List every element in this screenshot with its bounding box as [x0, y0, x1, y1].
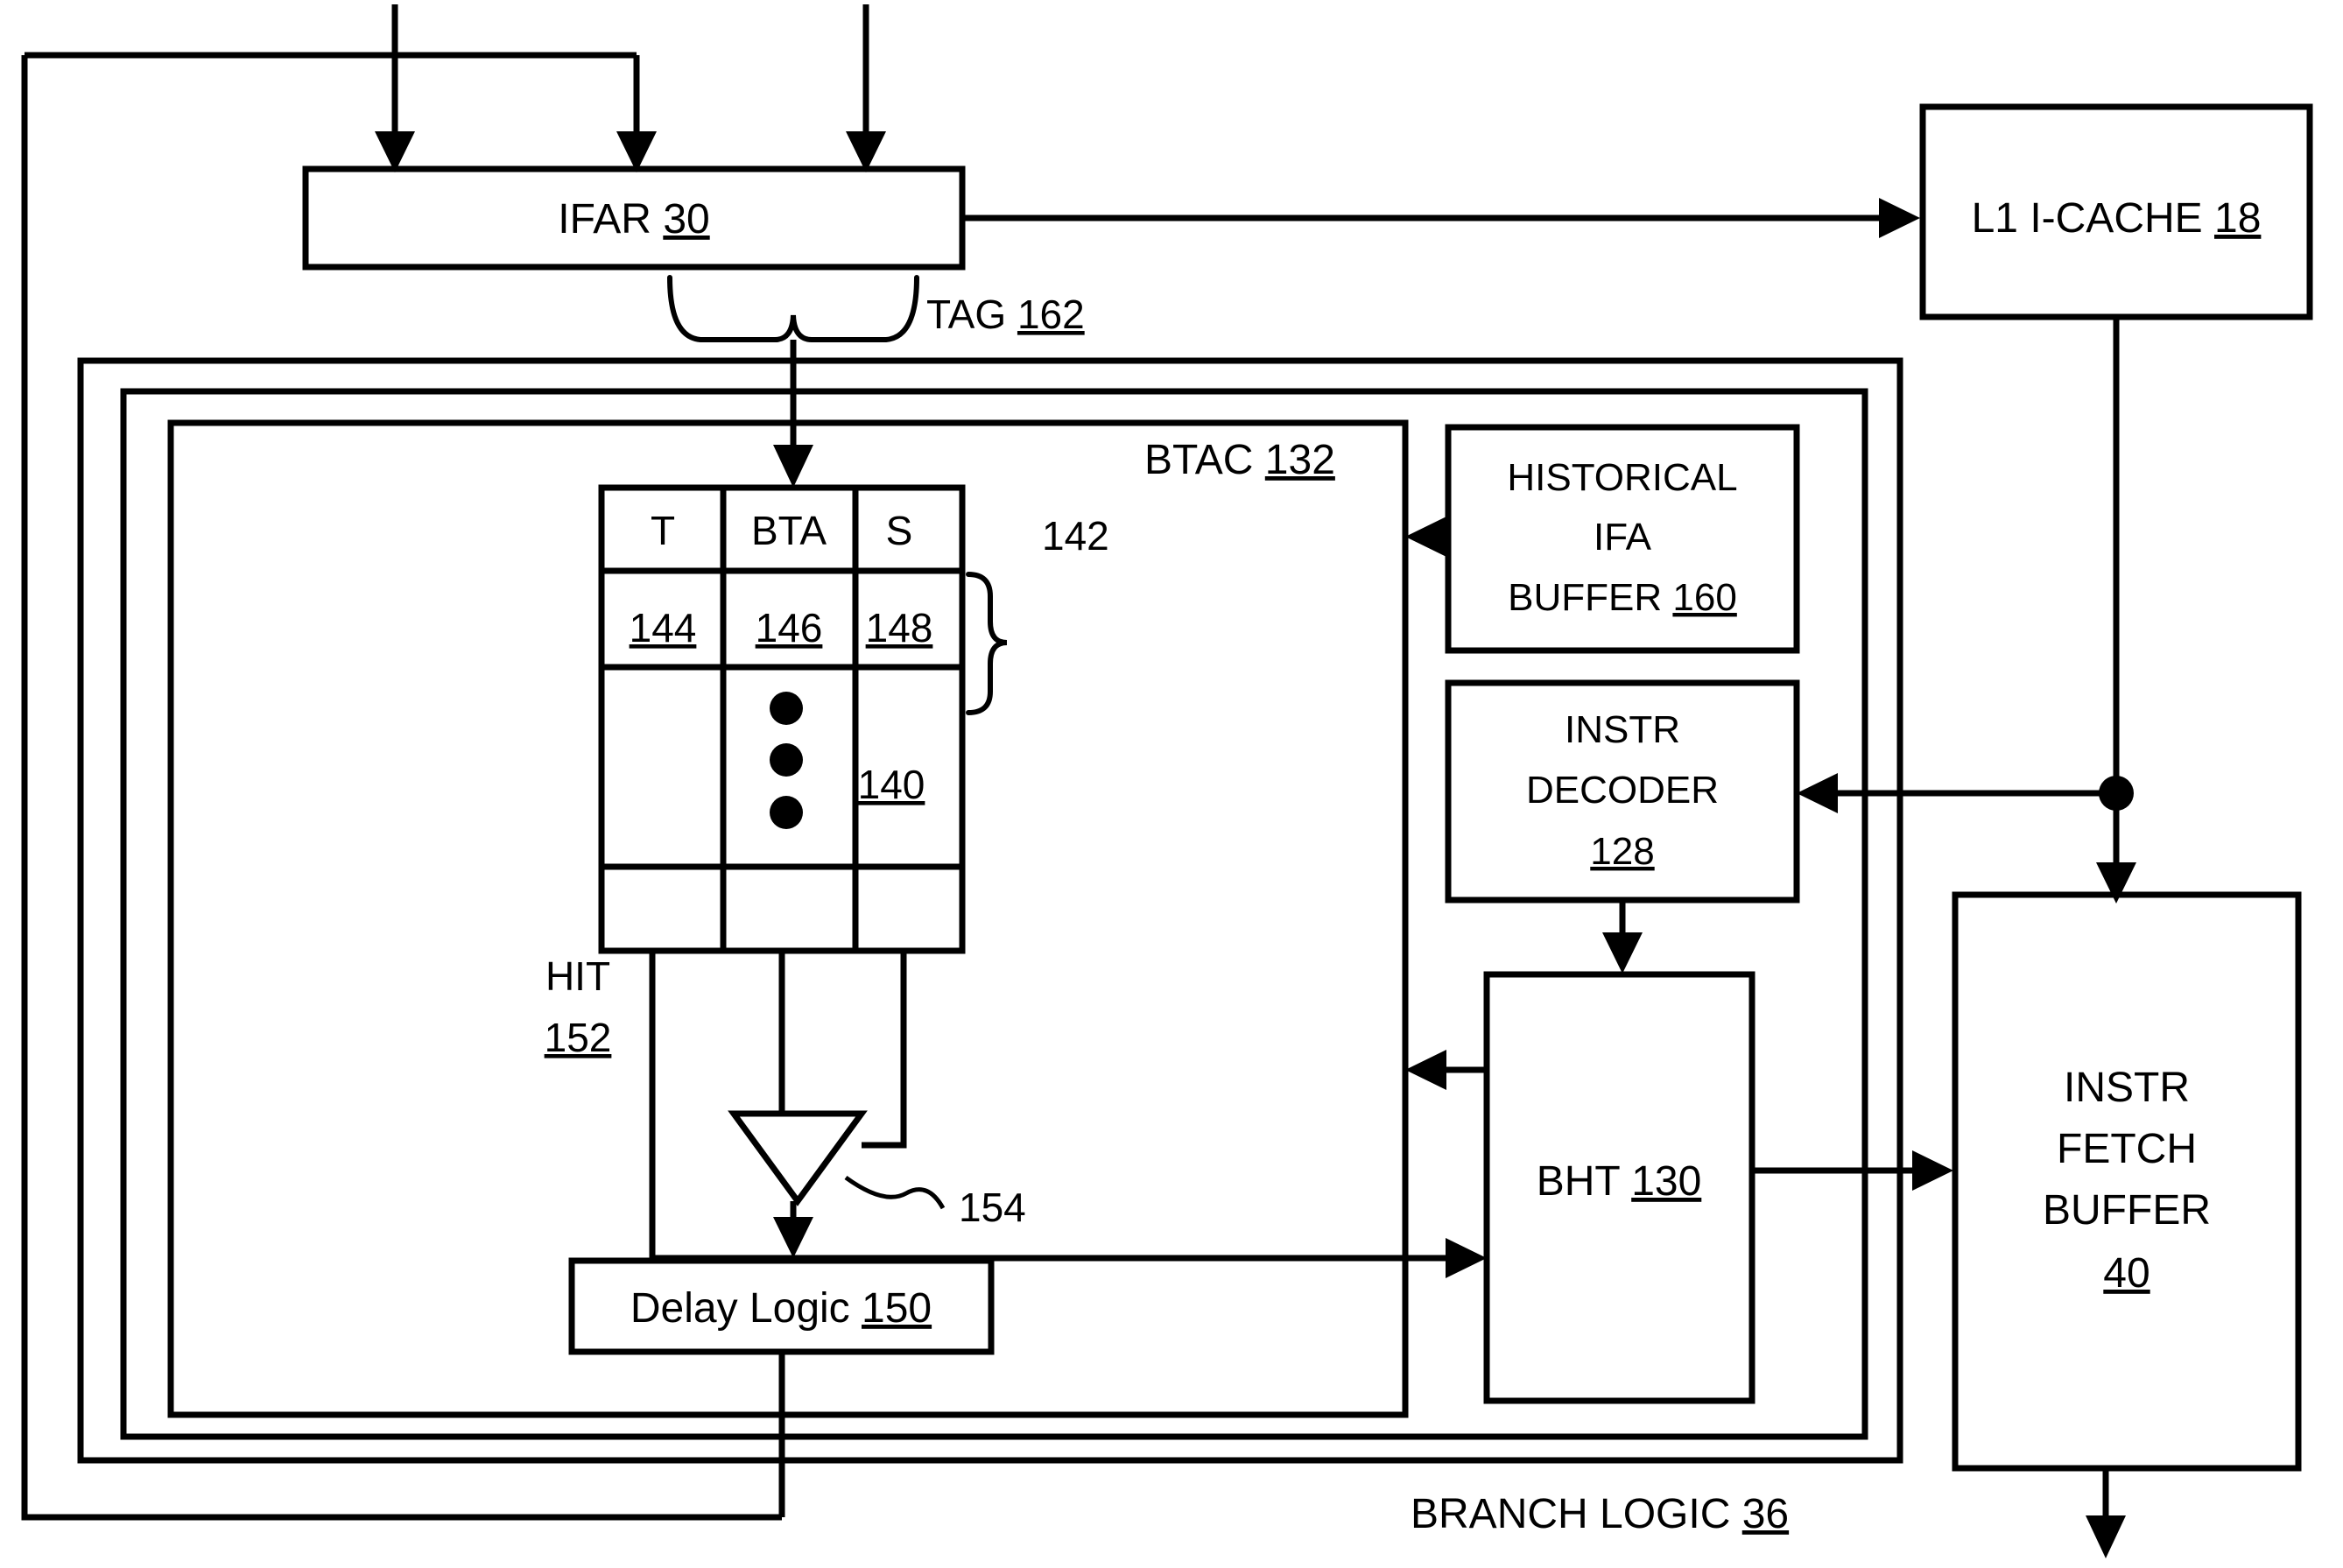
- instr-decoder-to-bht-arrow: [1602, 900, 1643, 974]
- l1-icache-label: L1 I-CACHE 18: [1972, 195, 2262, 242]
- btac-field-ref-146: 146: [756, 605, 823, 650]
- btac-field-ref-148: 148: [866, 605, 933, 650]
- buffer-to-delay-logic-arrow: [773, 1201, 813, 1258]
- btac-header-BTA: BTA: [751, 508, 827, 553]
- ifar-to-icache-wire: [962, 198, 1920, 238]
- icache-output-wires: [1797, 317, 2136, 904]
- btac-output-wires: [649, 951, 907, 1262]
- branch-logic-label: BRANCH LOGIC 36: [1411, 1491, 1789, 1537]
- ifar-input-arrow-left: [375, 4, 415, 172]
- hit-to-bht-arrow: [652, 1238, 1487, 1278]
- instr-fetch-buffer-block[interactable]: INSTR FETCH BUFFER 40: [1952, 891, 2302, 1472]
- instr-decoder-line1: INSTR: [1565, 708, 1680, 751]
- patent-figure-canvas: IFAR 30 L1 I-CACHE 18 TAG 162 BTAC 132 T…: [0, 0, 2343, 1568]
- ifar-input-arrow-right: [846, 4, 886, 172]
- instr-decoder-line2: DECODER: [1526, 769, 1719, 812]
- instr-decoder-ref: 128: [1590, 830, 1654, 873]
- instr-fetch-buffer-output-arrow: [2086, 1468, 2126, 1558]
- historical-ifa-line1: HISTORICAL: [1507, 456, 1737, 499]
- historical-ifa-buffer-block[interactable]: HISTORICAL IFA BUFFER 160: [1445, 424, 1800, 654]
- ellipsis-dot-2: [770, 743, 803, 777]
- buffer-154-ref: 154: [959, 1185, 1026, 1230]
- instr-decoder-block[interactable]: INSTR DECODER 128: [1445, 679, 1800, 904]
- instr-fetch-buffer-line3: BUFFER: [2043, 1187, 2211, 1234]
- ifar-label: IFAR 30: [558, 196, 709, 243]
- tag-brace: TAG 162: [667, 275, 1085, 342]
- bht-to-fetch-buffer-arrow: [1752, 1150, 1953, 1191]
- instr-fetch-buffer-line1: INSTR: [2064, 1065, 2190, 1111]
- delay-logic-block[interactable]: Delay Logic 150: [568, 1257, 995, 1355]
- feedback-into-ifar-arrow: [616, 55, 657, 172]
- bht-block[interactable]: BHT 130: [1483, 971, 1755, 1404]
- instr-fetch-buffer-ref: 40: [2103, 1250, 2150, 1297]
- buffer-154: 154: [728, 1110, 1026, 1230]
- btac-label: BTAC 132: [1144, 437, 1335, 483]
- block-diagram-svg: IFAR 30 L1 I-CACHE 18 TAG 162 BTAC 132 T…: [21, 4, 2313, 1558]
- hit-signal-name: HIT: [545, 953, 610, 999]
- delay-logic-label: Delay Logic 150: [630, 1285, 932, 1332]
- btac-field-ref-144: 144: [630, 605, 697, 650]
- btac-header-T: T: [651, 508, 675, 553]
- ellipsis-dot-1: [770, 692, 803, 725]
- bht-label: BHT 130: [1537, 1158, 1702, 1205]
- historical-ifa-line3: BUFFER 160: [1508, 576, 1737, 619]
- hit-signal-ref: 152: [545, 1015, 612, 1060]
- historical-ifa-line2: IFA: [1594, 516, 1652, 559]
- btac-table[interactable]: T BTA S 144 146 148 140: [598, 484, 966, 954]
- btac-table-ref: 140: [858, 762, 925, 807]
- hit-signal-label: HIT 152: [545, 953, 612, 1060]
- instr-fetch-buffer-line2: FETCH: [2057, 1126, 2197, 1172]
- btac-header-S: S: [886, 508, 913, 553]
- ellipsis-dot-3: [770, 796, 803, 829]
- bht-to-btac-arrow: [1405, 1050, 1487, 1090]
- l1-icache-block[interactable]: L1 I-CACHE 18: [1919, 103, 2313, 320]
- tag-label: TAG 162: [926, 292, 1085, 337]
- btac-entry-brace: 142: [966, 513, 1109, 715]
- ifar-block[interactable]: IFAR 30: [302, 165, 966, 271]
- btac-entry-brace-ref: 142: [1042, 513, 1109, 559]
- historical-ifa-to-btac-arrow: [1405, 517, 1448, 557]
